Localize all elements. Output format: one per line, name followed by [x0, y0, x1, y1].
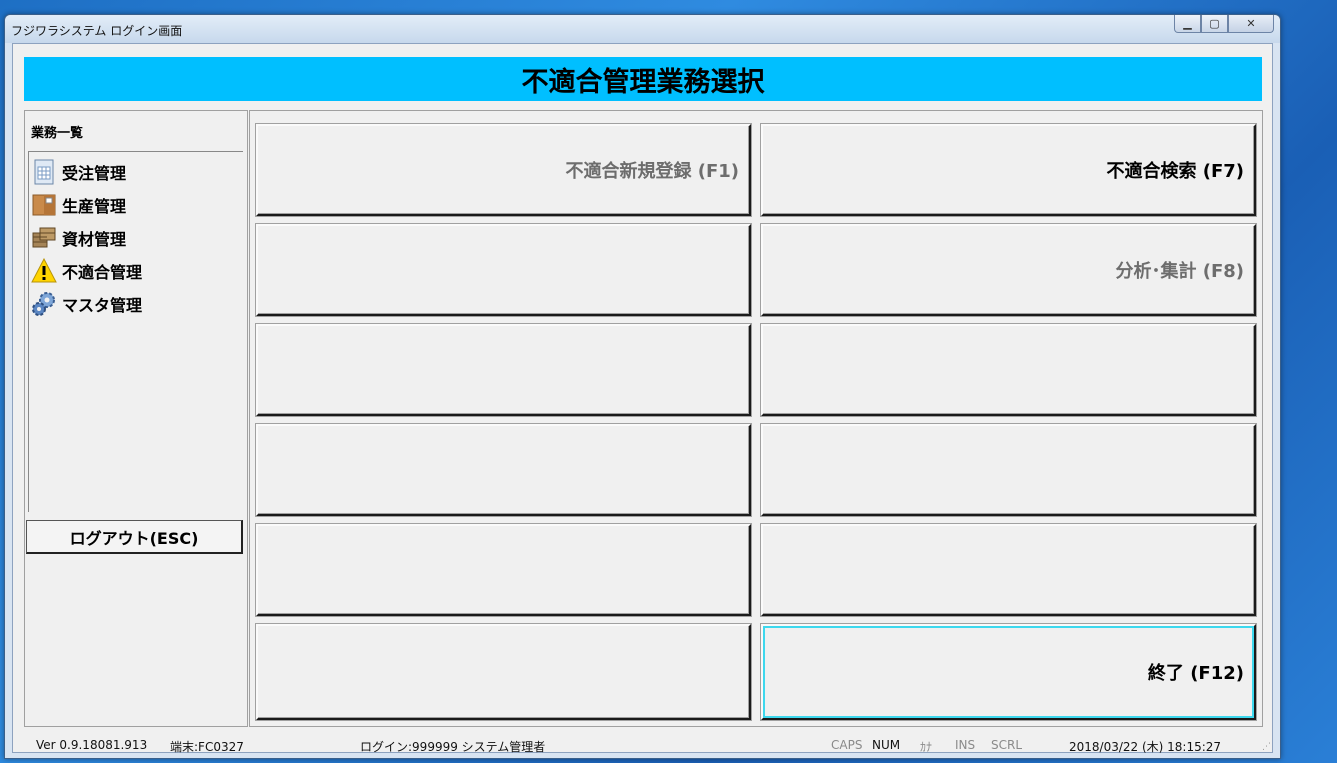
button-label: 終了 (F12)	[1147, 663, 1244, 684]
resize-grip-icon[interactable]: ⋰	[1262, 742, 1271, 752]
business-menu: 受注管理 生産管理 資材管理 不適合管理 マスタ管理	[30, 155, 142, 320]
search-nonconformance-button[interactable]: 不適合検索 (F7)	[761, 124, 1256, 216]
analysis-button[interactable]: 分析･集計 (F8)	[761, 224, 1256, 316]
warning-icon	[30, 257, 58, 284]
kana-indicator: ｶﾅ	[920, 740, 933, 754]
page-title: 不適合管理業務選択	[24, 57, 1262, 101]
ins-indicator: INS	[955, 738, 976, 752]
empty-function-button[interactable]	[256, 224, 751, 316]
box-icon	[30, 192, 58, 218]
sidebar-item-label: 受注管理	[62, 163, 127, 183]
maximize-button[interactable]: ▢	[1201, 15, 1228, 33]
status-bar: Ver 0.9.18081.913 端末:FC0327 ログイン:999999 …	[12, 732, 1273, 754]
document-icon	[30, 159, 58, 185]
empty-function-button[interactable]	[256, 324, 751, 416]
client-area: 不適合管理業務選択 業務一覧 受注管理 生産管理 資材管理 不適合管理 マスタ管…	[12, 43, 1273, 753]
datetime-text: 2018/03/22 (木) 18:15:27	[1069, 740, 1222, 754]
empty-function-button[interactable]	[761, 524, 1256, 616]
sidebar-title: 業務一覧	[31, 126, 84, 141]
empty-function-button[interactable]	[761, 424, 1256, 516]
scrl-indicator: SCRL	[991, 738, 1023, 752]
sidebar-item-label: 不適合管理	[62, 262, 143, 282]
app-window: フジワラシステム ログイン画面 ▁ ▢ ✕ 不適合管理業務選択 業務一覧 受注管…	[4, 14, 1281, 759]
sidebar-item-materials[interactable]: 資材管理	[30, 221, 142, 254]
logout-button[interactable]: ログアウト(ESC)	[26, 520, 243, 554]
new-nonconformance-button[interactable]: 不適合新規登録 (F1)	[256, 124, 751, 216]
button-label: 不適合検索 (F7)	[1106, 161, 1244, 182]
empty-function-button[interactable]	[761, 324, 1256, 416]
close-button[interactable]: ✕	[1228, 15, 1274, 33]
sidebar-item-order[interactable]: 受注管理	[30, 155, 142, 188]
sidebar-item-label: 資材管理	[62, 229, 127, 249]
exit-button[interactable]: 終了 (F12)	[761, 624, 1256, 720]
maximize-icon: ▢	[1209, 17, 1220, 30]
sidebar-tree-line	[28, 152, 29, 512]
gears-icon	[30, 291, 58, 317]
num-indicator: NUM	[872, 738, 901, 752]
sidebar: 業務一覧 受注管理 生産管理 資材管理 不適合管理 マスタ管理 ログアウト(ES…	[24, 110, 248, 727]
empty-function-button[interactable]	[256, 524, 751, 616]
terminal-text: 端末:FC0327	[170, 740, 244, 754]
minimize-icon: ▁	[1183, 17, 1192, 30]
sidebar-item-label: マスタ管理	[62, 295, 143, 315]
empty-function-button[interactable]	[256, 424, 751, 516]
empty-function-button[interactable]	[256, 624, 751, 720]
version-text: Ver 0.9.18081.913	[36, 738, 148, 752]
sidebar-item-master[interactable]: マスタ管理	[30, 287, 142, 320]
caps-indicator: CAPS	[831, 738, 863, 752]
function-panel: 不適合新規登録 (F1) 不適合検索 (F7) 分析･集計 (F8) 終了 (F…	[249, 110, 1263, 727]
button-label: 不適合新規登録 (F1)	[565, 161, 739, 182]
sidebar-divider	[28, 151, 243, 152]
sidebar-item-label: 生産管理	[62, 196, 127, 216]
crates-icon	[30, 225, 58, 251]
sidebar-item-production[interactable]: 生産管理	[30, 188, 142, 221]
title-bar[interactable]: フジワラシステム ログイン画面 ▁ ▢ ✕	[5, 15, 1280, 43]
window-controls: ▁ ▢ ✕	[1174, 15, 1274, 33]
button-label: 分析･集計 (F8)	[1115, 261, 1244, 282]
minimize-button[interactable]: ▁	[1174, 15, 1201, 33]
login-user-text: ログイン:999999 システム管理者	[360, 740, 546, 754]
close-icon: ✕	[1246, 17, 1256, 30]
sidebar-item-nonconformance[interactable]: 不適合管理	[30, 254, 142, 287]
window-title: フジワラシステム ログイン画面	[11, 24, 183, 38]
